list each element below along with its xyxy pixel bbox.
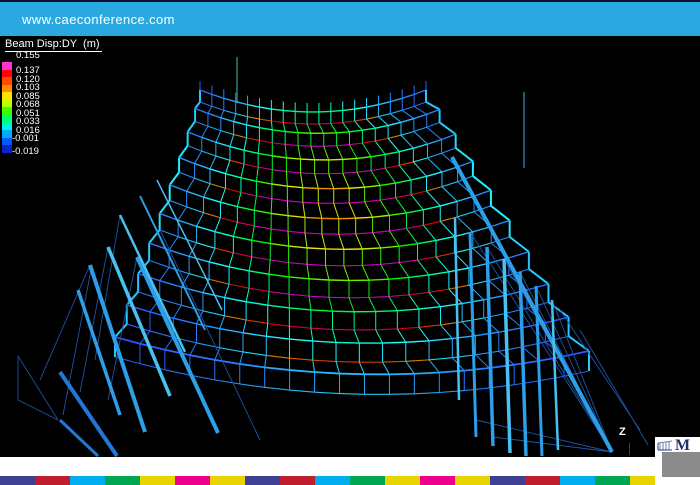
strip-cell — [595, 476, 630, 485]
strip-cell — [0, 476, 35, 485]
strip-cell — [280, 476, 315, 485]
logo-gray-box — [662, 452, 700, 477]
legend-colorbar-segment — [2, 123, 12, 131]
strip-cell — [140, 476, 175, 485]
strip-cell — [210, 476, 245, 485]
legend-colorbar-segment — [2, 100, 12, 108]
structure-wireframe[interactable] — [0, 36, 700, 457]
z-axis-label: Z — [619, 426, 626, 438]
strip-cell — [525, 476, 560, 485]
strip-cell — [420, 476, 455, 485]
z-axis-line — [629, 443, 630, 455]
legend-colorbar-segment — [2, 77, 12, 85]
strip-cell — [490, 476, 525, 485]
strip-cell — [70, 476, 105, 485]
support-struts — [60, 157, 612, 456]
legend-colorbar-segment — [2, 115, 12, 123]
top-banner: www.caeconference.com — [0, 0, 700, 36]
legend-colorbar-segment — [2, 62, 12, 70]
legend-colorbar-segment — [2, 107, 12, 115]
strip-cell — [350, 476, 385, 485]
legend-colorbar — [2, 62, 12, 153]
legend-colorbar-segment — [2, 70, 12, 78]
legend-colorbar-segment — [2, 92, 12, 100]
legend-value: -0.001 — [12, 134, 39, 144]
legend-value: 0.155 — [16, 51, 40, 61]
viewport-3d[interactable]: Beam Disp:DY (m) 0.1550.1370.1200.1030.0… — [0, 36, 700, 457]
strip-cell — [105, 476, 140, 485]
legend-value: -0.019 — [12, 147, 39, 157]
strip-cell — [245, 476, 280, 485]
legend-colorbar-segment — [2, 145, 12, 153]
strip-cell — [35, 476, 70, 485]
legend-colorbar-segment — [2, 85, 12, 93]
strip-cell — [385, 476, 420, 485]
strip-cell — [175, 476, 210, 485]
strip-cell — [455, 476, 490, 485]
legend-colorbar-segment — [2, 138, 12, 146]
banner-url-text: www.caeconference.com — [22, 12, 175, 27]
footer-color-strip — [0, 476, 700, 485]
strip-cell — [315, 476, 350, 485]
strip-cell — [560, 476, 595, 485]
legend-colorbar-segment — [2, 130, 12, 138]
